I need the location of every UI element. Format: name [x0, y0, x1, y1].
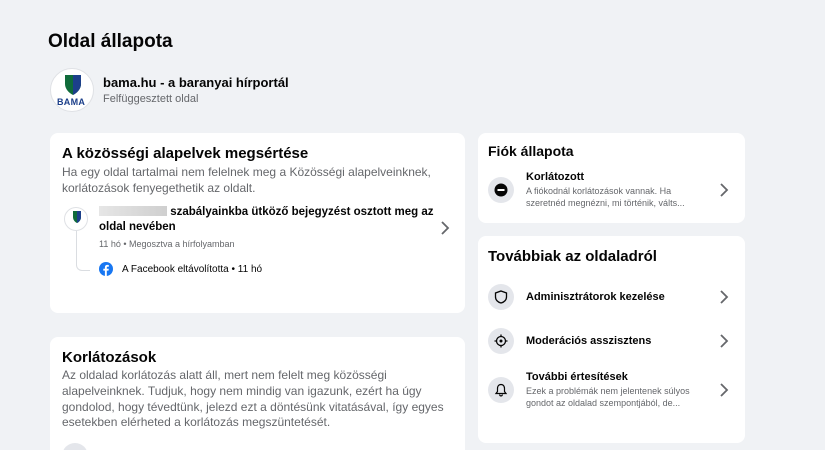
chevron-right-icon[interactable]: [719, 290, 729, 304]
more-title: Továbbiak az oldaladról: [488, 248, 657, 265]
notifications-sub: Ezek a problémák nem jelentenek súlyos g…: [526, 386, 690, 409]
violation-text: szabályainkba ütköző bejegyzést osztott …: [99, 206, 434, 233]
logo-text: BAMA: [57, 97, 86, 107]
restrictions-title: Korlátozások: [62, 349, 157, 366]
notifications-row[interactable]: További értesítések Ezek a problémák nem…: [488, 371, 690, 409]
removed-row: A Facebook eltávolította • 11 hó: [99, 262, 262, 276]
restrictions-card: Korlátozások Az oldalad korlátozás alatt…: [50, 337, 465, 450]
redacted-name: [99, 206, 167, 216]
violations-title: A közösségi alapelvek megsértése: [62, 145, 309, 162]
chevron-right-icon[interactable]: [719, 383, 729, 397]
account-status-row[interactable]: Korlátozott A fiókodnál korlátozások van…: [488, 171, 685, 209]
account-status-title: Fiók állapota: [488, 143, 574, 159]
moderation-icon: [488, 328, 514, 354]
thread-line: [76, 231, 90, 271]
facebook-icon: [99, 262, 113, 276]
page-header: BAMA bama.hu - a baranyai hírportál Felf…: [50, 68, 289, 112]
chevron-right-icon[interactable]: [719, 183, 729, 197]
chevron-right-icon[interactable]: [719, 334, 729, 348]
page-title: Oldal állapota: [48, 31, 173, 52]
page-avatar[interactable]: BAMA: [50, 68, 94, 112]
account-status-sub: A fiókodnál korlátozások vannak. Ha szer…: [526, 186, 685, 209]
restricted-icon: [488, 177, 514, 204]
chevron-right-icon[interactable]: [440, 221, 450, 235]
restrictions-description: Az oldalad korlátozás alatt áll, mert ne…: [62, 368, 444, 430]
bama-logo-icon: [73, 211, 81, 223]
shield-icon: [488, 284, 514, 310]
page-name[interactable]: bama.hu - a baranyai hírportál: [103, 75, 289, 90]
bell-icon: [488, 377, 514, 404]
removed-text: A Facebook eltávolította • 11 hó: [122, 263, 263, 275]
more-about-page-card: Továbbiak az oldaladról Adminisztrátorok…: [478, 236, 745, 443]
moderation-row[interactable]: Moderációs asszisztens: [488, 328, 651, 354]
account-status-label: Korlátozott: [526, 171, 585, 183]
violations-card: A közösségi alapelvek megsértése Ha egy …: [50, 133, 465, 313]
notifications-label: További értesítések: [526, 371, 628, 383]
restrictions-icon: [62, 443, 88, 450]
violations-description: Ha egy oldal tartalmai nem felelnek meg …: [62, 165, 431, 195]
admins-label: Adminisztrátorok kezelése: [526, 291, 665, 303]
violation-meta: 11 hó • Megosztva a hírfolyamban: [99, 239, 235, 249]
admins-row[interactable]: Adminisztrátorok kezelése: [488, 284, 665, 310]
page-status: Felfüggesztett oldal: [103, 93, 199, 105]
account-status-card: Fiók állapota Korlátozott A fiókodnál ko…: [478, 133, 745, 223]
moderation-label: Moderációs asszisztens: [526, 335, 652, 347]
bama-logo-icon: [65, 75, 81, 95]
violation-avatar: [64, 207, 88, 231]
